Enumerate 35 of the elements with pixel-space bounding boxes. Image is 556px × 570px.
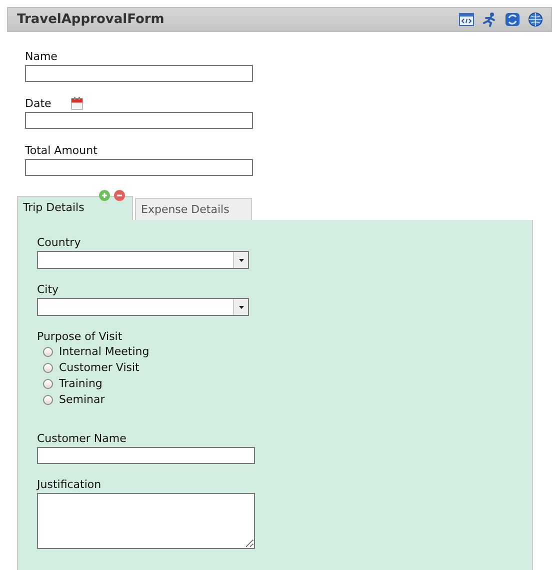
remove-icon[interactable] [114, 190, 125, 201]
field-label: City [37, 283, 60, 296]
radio-button[interactable] [43, 362, 53, 372]
field-label: Name [25, 50, 58, 62]
text-field[interactable] [25, 159, 253, 176]
radio-label: Internal Meeting [59, 345, 150, 358]
text-area[interactable] [37, 493, 255, 549]
tab[interactable]: Expense Details [135, 198, 252, 220]
text-field[interactable] [37, 447, 255, 464]
text-field[interactable] [25, 65, 253, 82]
radio-button[interactable] [43, 394, 53, 404]
radio-button[interactable] [43, 346, 53, 356]
refresh-icon[interactable] [505, 12, 520, 27]
field-label: Country [37, 236, 82, 249]
dropdown[interactable] [37, 251, 249, 269]
caret-icon [238, 258, 244, 262]
code-window-icon[interactable] [459, 13, 474, 26]
tab[interactable]: Trip Details [17, 196, 133, 220]
field-label: Total Amount [25, 144, 98, 156]
field-label: Justification [37, 478, 102, 491]
radio-button[interactable] [43, 378, 53, 388]
add-icon[interactable] [99, 190, 110, 201]
radio-label: Seminar [59, 393, 105, 406]
dropdown[interactable] [37, 298, 249, 316]
field-label: Customer Name [37, 432, 128, 445]
radio-label: Customer Visit [59, 361, 140, 374]
field-label: Date [25, 96, 52, 110]
form-title: TravelApprovalForm [17, 12, 164, 27]
globe-icon[interactable] [528, 12, 543, 27]
caret-icon [238, 306, 244, 308]
calendar-icon[interactable] [71, 96, 84, 110]
radio-label: Training [59, 377, 102, 390]
running-figure-icon[interactable] [482, 12, 497, 27]
field-label: Purpose of Visit [37, 330, 124, 343]
text-field[interactable] [25, 112, 253, 129]
